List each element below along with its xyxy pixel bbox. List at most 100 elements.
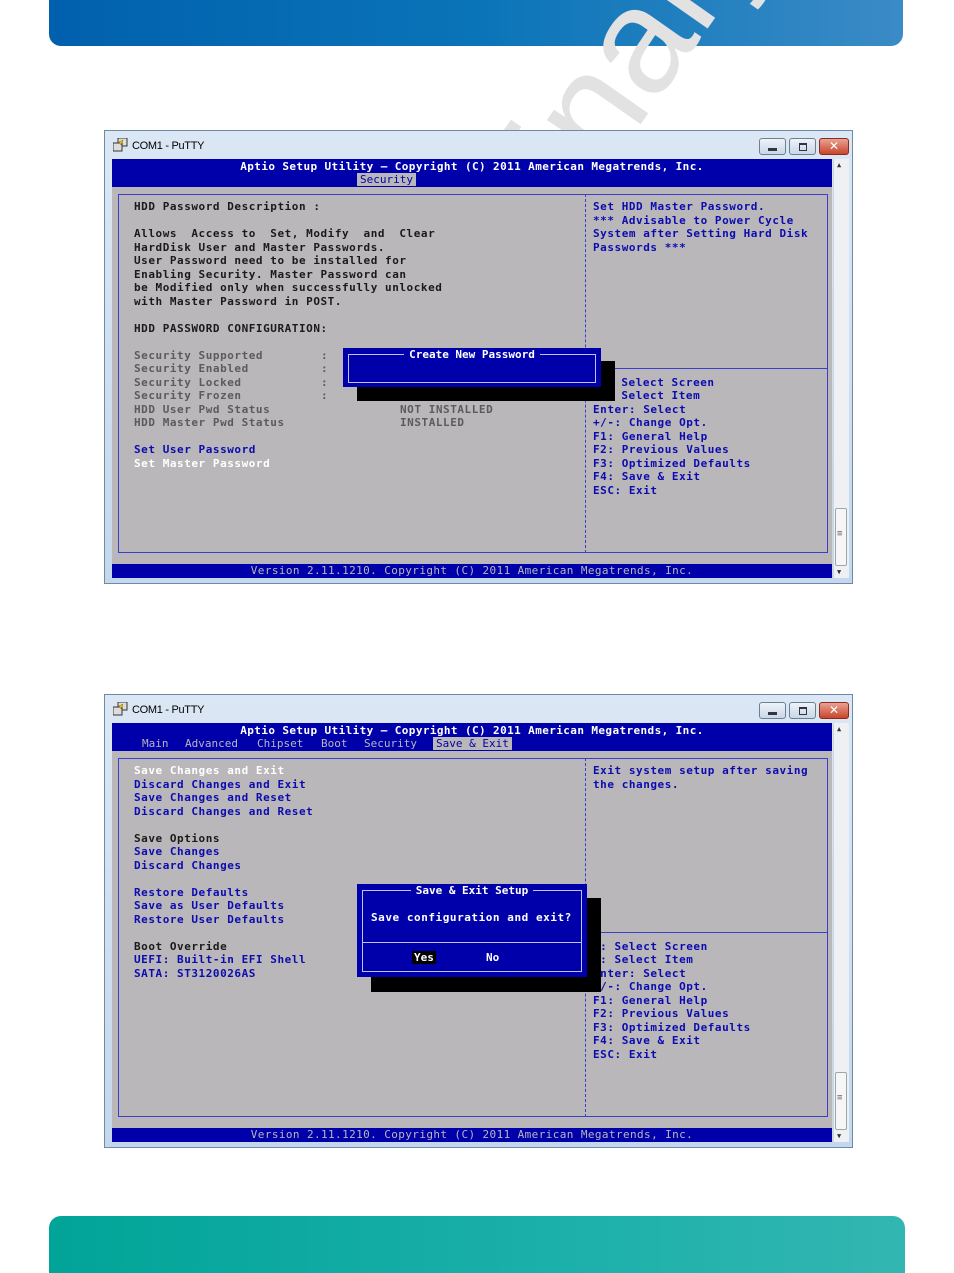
key-help-line: F1: General Help (593, 993, 708, 1007)
putty-app-icon (113, 702, 128, 716)
key-help-line: F4: Save & Exit (593, 470, 701, 483)
key-help-line: Enter: Select (593, 402, 687, 416)
status-value: NOT INSTALLED (400, 402, 494, 416)
scroll-thumb[interactable] (835, 1072, 847, 1130)
key-help-line: +/-: Change Opt. (593, 980, 708, 993)
description-line: User Password need to be installed for (134, 254, 407, 267)
tab-security[interactable]: Security (357, 173, 416, 186)
description-line: with Master Password in POST. (134, 294, 343, 308)
dialog-title: Save & Exit Setup (410, 884, 534, 897)
status-sep: : (321, 362, 329, 375)
status-value: INSTALLED (400, 416, 465, 429)
set-master-password-item[interactable]: Set Master Password (134, 457, 270, 471)
status-sep: : (321, 348, 329, 362)
key-help-line: F1: General Help (593, 429, 708, 443)
section-heading-boot-override: Boot Override (134, 939, 228, 953)
title-bar[interactable]: COM1 - PuTTY ✕ (105, 695, 852, 723)
menu-item-save-changes-and-reset[interactable]: Save Changes and Reset (134, 791, 292, 805)
bios-header-title: Aptio Setup Utility – Copyright (C) 2011… (240, 160, 704, 173)
tab-security[interactable]: Security (361, 737, 420, 750)
tab-save-exit[interactable]: Save & Exit (433, 737, 512, 750)
close-icon: ✕ (828, 139, 840, 153)
help-text-line: *** Advisable to Power Cycle (593, 213, 794, 227)
key-help-line: F3: Optimized Defaults (593, 1020, 751, 1034)
key-help-line: ↓: Select Item (593, 953, 694, 966)
scrollbar[interactable]: ▲ ▼ (833, 723, 849, 1142)
help-text-line: System after Setting Hard Disk (593, 227, 809, 240)
minimize-button[interactable] (759, 138, 786, 155)
key-help-line: Enter: Select (593, 966, 687, 980)
close-button[interactable]: ✕ (819, 702, 849, 719)
key-help-line: Select Item (607, 389, 701, 402)
maximize-button[interactable] (789, 702, 816, 719)
menu-item-boot-sata[interactable]: SATA: ST3120026AS (134, 967, 256, 981)
scrollbar[interactable]: ▲ ▼ (833, 159, 849, 578)
footer-band (49, 1216, 905, 1273)
help-divider (586, 932, 828, 933)
config-title: HDD PASSWORD CONFIGURATION: (134, 321, 328, 335)
help-text-line: the changes. (593, 777, 680, 791)
tab-advanced[interactable]: Advanced (182, 737, 241, 750)
status-label: Security Supported (134, 348, 264, 362)
key-help-line: F3: Optimized Defaults (593, 456, 751, 470)
minimize-button[interactable] (759, 702, 786, 719)
key-help-line: ESC: Exit (593, 1047, 658, 1061)
status-sep: : (321, 375, 329, 389)
menu-item-save-changes-and-exit[interactable]: Save Changes and Exit (134, 764, 285, 778)
dialog-separator (362, 942, 582, 943)
tab-main[interactable]: Main (139, 737, 172, 750)
menu-item-save-as-user-defaults[interactable]: Save as User Defaults (134, 899, 285, 913)
putty-window-security: COM1 - PuTTY ✕ Aptio Setup Utility – Cop… (104, 130, 853, 584)
putty-window-save-exit: COM1 - PuTTY ✕ Aptio Setup Utility – Cop… (104, 694, 853, 1148)
key-help-line: Select Screen (607, 375, 715, 389)
scroll-up-icon[interactable]: ▲ (837, 161, 841, 169)
status-label: Security Frozen (134, 389, 242, 402)
menu-item-restore-user-defaults[interactable]: Restore User Defaults (134, 913, 285, 927)
status-label: HDD User Pwd Status (134, 402, 271, 416)
dialog-message: Save configuration and exit? (371, 911, 572, 924)
key-help-line: F4: Save & Exit (593, 1034, 701, 1047)
maximize-button[interactable] (789, 138, 816, 155)
menu-item-restore-defaults[interactable]: Restore Defaults (134, 886, 249, 900)
tab-boot[interactable]: Boot (318, 737, 351, 750)
menu-item-save-changes[interactable]: Save Changes (134, 845, 220, 859)
description-line: be Modified only when successfully unloc… (134, 281, 443, 294)
help-text-line: Set HDD Master Password. (593, 200, 766, 213)
terminal-area[interactable]: Aptio Setup Utility – Copyright (C) 2011… (112, 159, 832, 578)
save-exit-dialog: Save & Exit Setup Save configuration and… (357, 884, 587, 977)
dialog-border (362, 890, 582, 972)
bios-header-title: Aptio Setup Utility – Copyright (C) 2011… (240, 724, 704, 737)
help-text-line: Passwords *** (593, 240, 687, 254)
status-label: HDD Master Pwd Status (134, 416, 285, 429)
set-user-password-item[interactable]: Set User Password (134, 443, 256, 457)
bios-header: Aptio Setup Utility – Copyright (C) 2011… (112, 159, 832, 187)
menu-item-discard-changes[interactable]: Discard Changes (134, 859, 242, 873)
title-bar[interactable]: COM1 - PuTTY ✕ (105, 131, 852, 159)
scroll-down-icon[interactable]: ▼ (837, 568, 841, 576)
key-help-line: ←: Select Screen (593, 939, 708, 953)
dialog-title: Create New Password (404, 348, 540, 361)
create-password-dialog: Create New Password (343, 348, 601, 387)
description-line: Allows Access to Set, Modify and Clear (134, 227, 436, 240)
window-title: COM1 - PuTTY (132, 140, 205, 152)
menu-item-discard-changes-and-exit[interactable]: Discard Changes and Exit (134, 778, 306, 792)
menu-item-boot-uefi-shell[interactable]: UEFI: Built-in EFI Shell (134, 953, 306, 967)
key-help-line: F2: Previous Values (593, 443, 730, 456)
close-icon: ✕ (828, 703, 840, 717)
key-help-line: +/-: Change Opt. (593, 416, 708, 429)
status-label: Security Enabled (134, 362, 249, 375)
tab-chipset[interactable]: Chipset (254, 737, 306, 750)
window-title: COM1 - PuTTY (132, 704, 205, 716)
menu-item-discard-changes-and-reset[interactable]: Discard Changes and Reset (134, 805, 313, 819)
close-button[interactable]: ✕ (819, 138, 849, 155)
scroll-thumb[interactable] (835, 508, 847, 566)
description-line: HardDisk User and Master Passwords. (134, 240, 386, 254)
terminal-area[interactable]: Aptio Setup Utility – Copyright (C) 2011… (112, 723, 832, 1142)
scroll-down-icon[interactable]: ▼ (837, 1132, 841, 1140)
no-button[interactable]: No (484, 951, 501, 964)
bios-footer: Version 2.11.1210. Copyright (C) 2011 Am… (112, 1128, 832, 1142)
password-input[interactable] (355, 362, 585, 375)
scroll-up-icon[interactable]: ▲ (837, 725, 841, 733)
yes-button[interactable]: Yes (412, 951, 436, 964)
help-text-line: Exit system setup after saving (593, 764, 809, 777)
